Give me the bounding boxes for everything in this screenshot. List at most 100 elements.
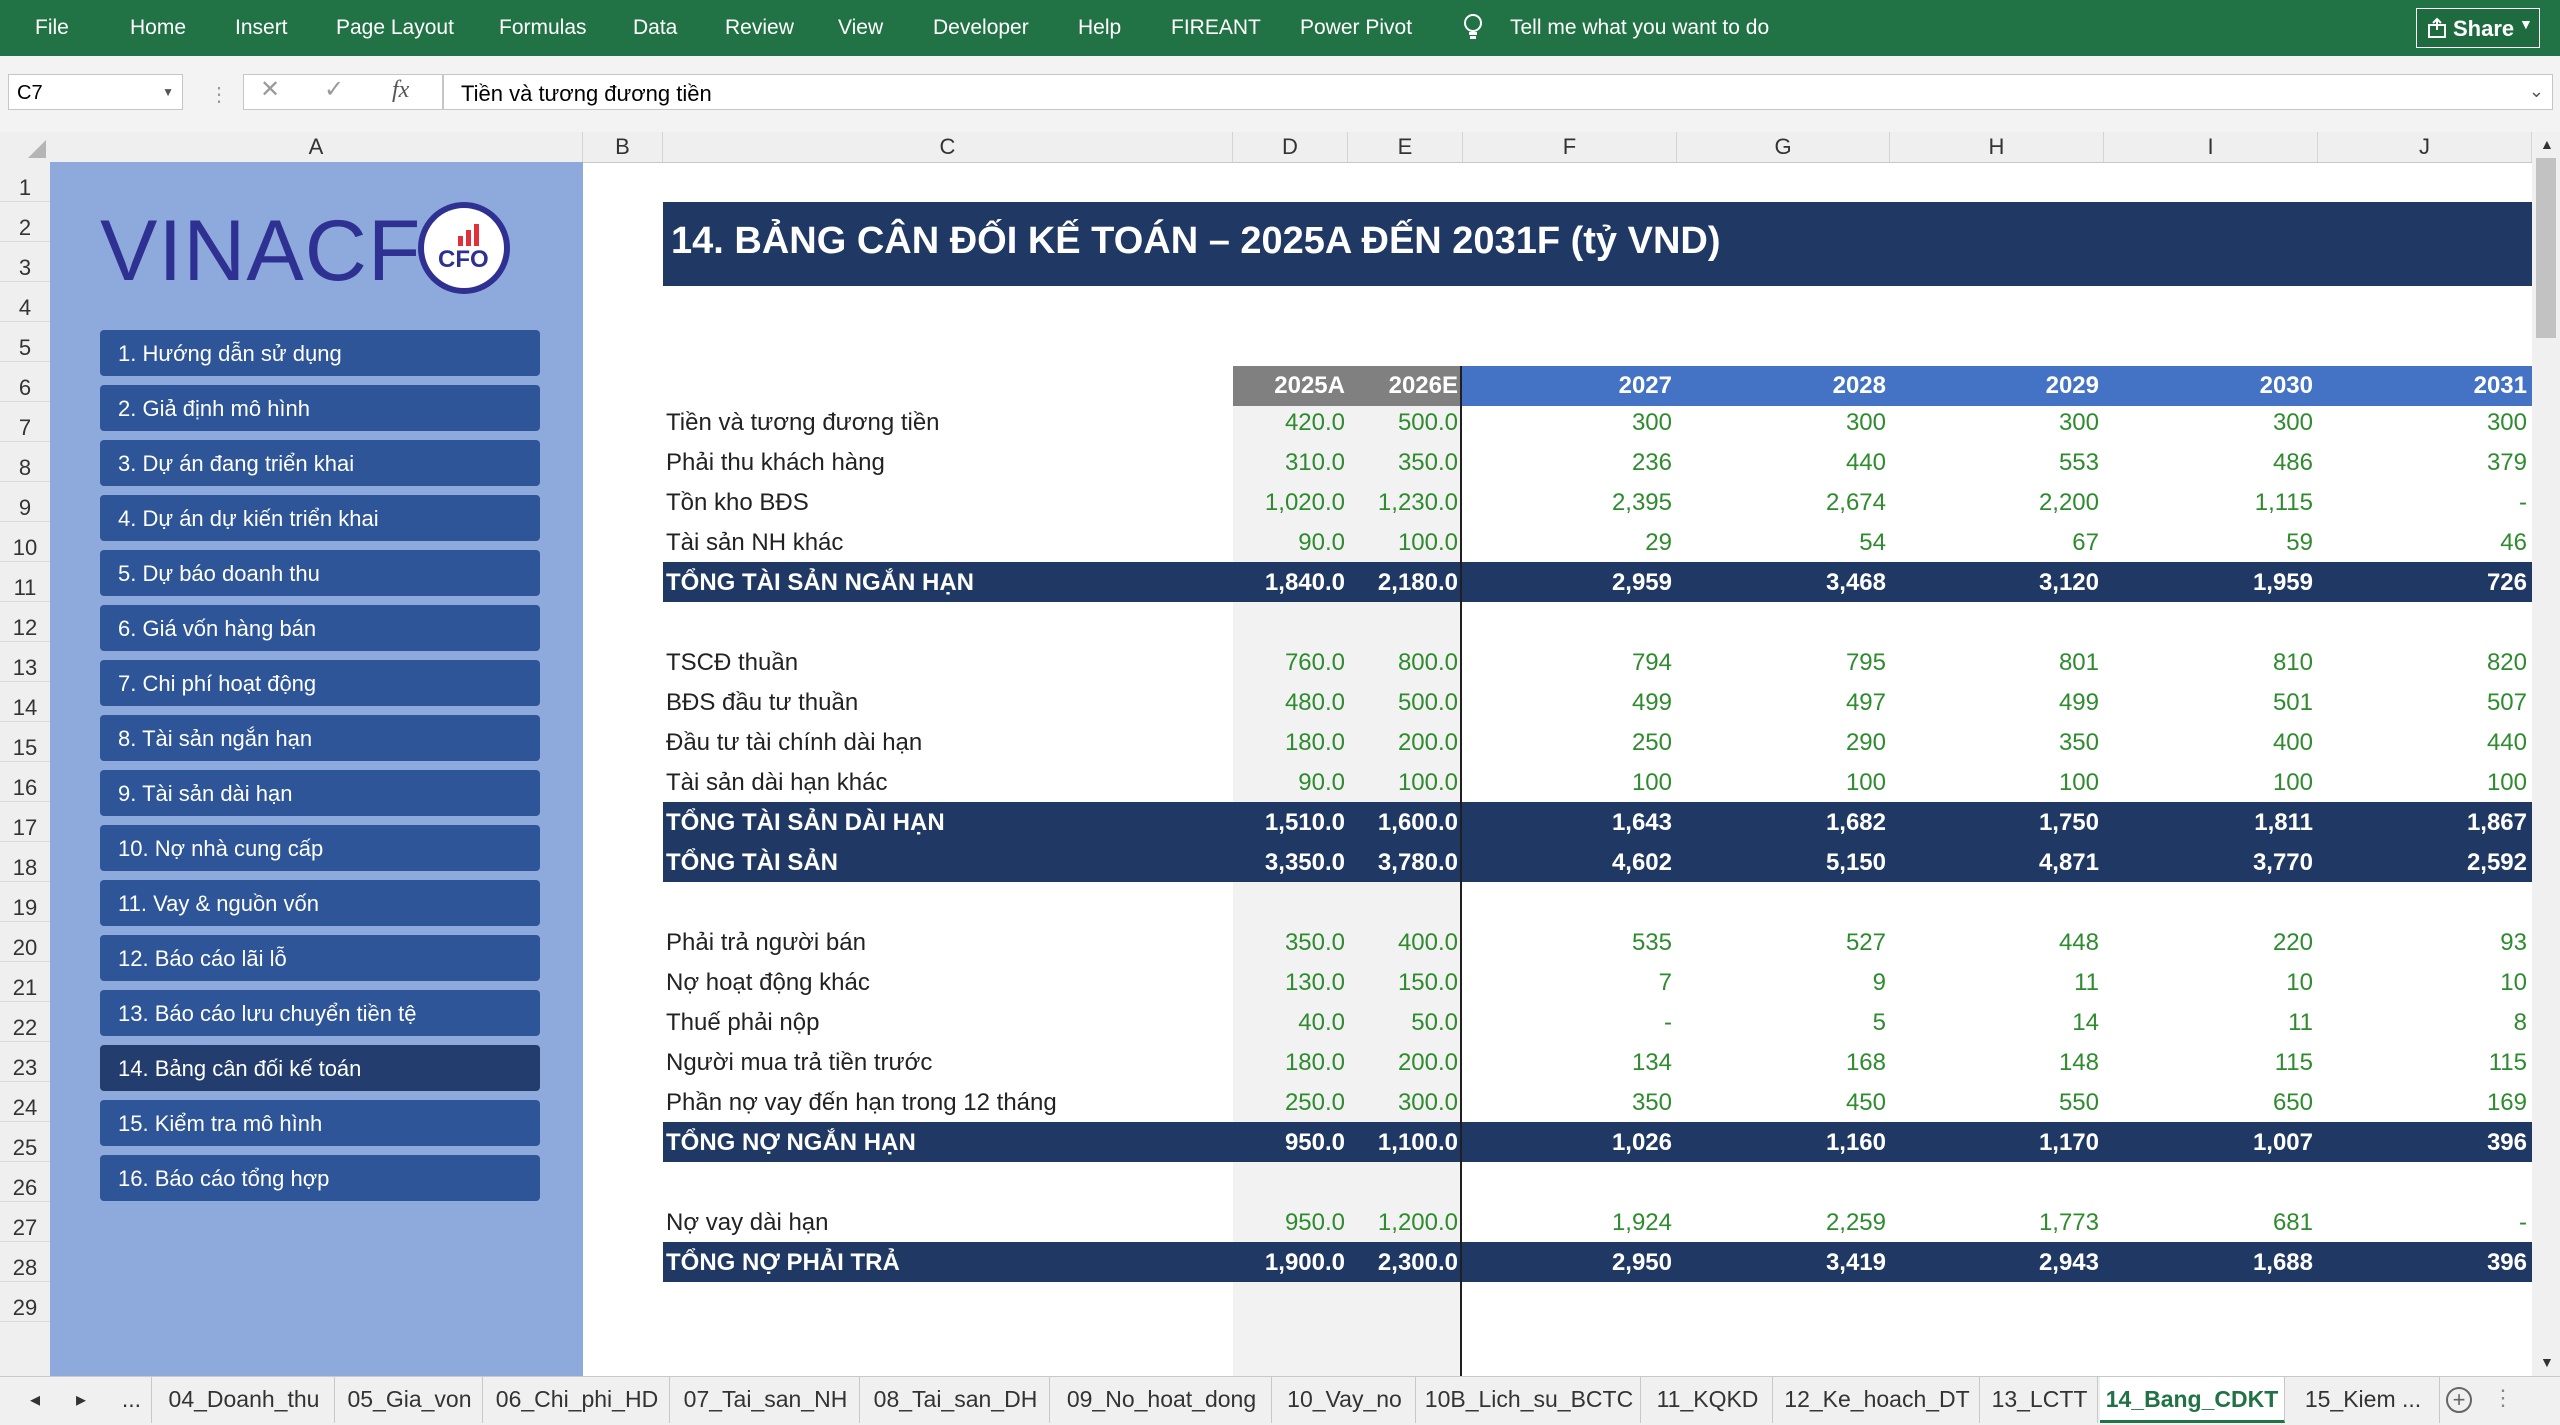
column-header-c[interactable]: C (663, 132, 1233, 162)
formula-bar-grip[interactable]: ⋮ (209, 82, 229, 107)
menu-view[interactable]: View (838, 16, 883, 40)
cell-value[interactable]: 67 (2072, 529, 2099, 557)
row-label[interactable]: Tồn kho BĐS (666, 489, 809, 517)
cell-value[interactable]: 100 (2059, 769, 2099, 797)
tell-me-search[interactable]: Tell me what you want to do (1510, 16, 1769, 40)
nav-button-12[interactable]: 12. Báo cáo lãi lỗ (100, 935, 540, 981)
cell-value[interactable]: 507 (2487, 689, 2527, 717)
nav-button-4[interactable]: 4. Dự án dự kiến triển khai (100, 495, 540, 541)
cell-value[interactable]: 486 (2273, 449, 2313, 477)
tab-next-icon[interactable]: ▸ (76, 1387, 86, 1412)
column-header-h[interactable]: H (1890, 132, 2104, 162)
cell-value[interactable]: 499 (2059, 689, 2099, 717)
row-header-9[interactable]: 9 (0, 482, 50, 522)
cell-value[interactable]: 10 (2500, 969, 2527, 997)
cell-value[interactable]: 180.0 (1285, 729, 1345, 757)
cell-value[interactable]: 500.0 (1398, 689, 1458, 717)
cell-value[interactable]: 115 (2489, 1049, 2527, 1077)
cell-value[interactable]: 1,773 (2039, 1209, 2099, 1237)
sheet-tab-04-doanh-thu[interactable]: 04_Doanh_thu (154, 1377, 335, 1423)
cell-value[interactable]: 4,602 (1612, 849, 1672, 877)
cell-value[interactable]: 3,350.0 (1265, 849, 1345, 877)
cell-value[interactable]: 810 (2273, 649, 2313, 677)
cell-value[interactable]: 350 (1632, 1089, 1672, 1117)
cell-value[interactable]: 310.0 (1285, 449, 1345, 477)
cell-value[interactable]: 168 (1846, 1049, 1886, 1077)
row-header-20[interactable]: 20 (0, 922, 50, 962)
menu-developer[interactable]: Developer (933, 16, 1029, 40)
row-header-16[interactable]: 16 (0, 762, 50, 802)
cell-value[interactable]: 950.0 (1285, 1129, 1345, 1157)
cell-value[interactable]: 1,682 (1826, 809, 1886, 837)
menu-formulas[interactable]: Formulas (499, 16, 587, 40)
cell-value[interactable]: 3,468 (1826, 569, 1886, 597)
cell-value[interactable]: 1,230.0 (1378, 489, 1458, 517)
cell-value[interactable]: 9 (1873, 969, 1886, 997)
chevron-down-icon[interactable]: ▼ (162, 85, 174, 99)
cell-value[interactable]: 2,180.0 (1378, 569, 1458, 597)
cell-value[interactable]: 1,688 (2253, 1249, 2313, 1277)
sheet-tab-12-ke-hoach-dt[interactable]: 12_Ke_hoach_DT (1775, 1377, 1980, 1423)
cell-value[interactable]: 1,020.0 (1265, 489, 1345, 517)
cell-value[interactable]: 236 (1632, 449, 1672, 477)
row-header-14[interactable]: 14 (0, 682, 50, 722)
cell-value[interactable]: 200.0 (1398, 729, 1458, 757)
cell-value[interactable]: 500.0 (1398, 409, 1458, 437)
cell-value[interactable]: 350.0 (1398, 449, 1458, 477)
cell-value[interactable]: 535 (1632, 929, 1672, 957)
row-label[interactable]: TSCĐ thuần (666, 649, 798, 677)
row-label[interactable]: Tài sản dài hạn khác (666, 769, 887, 797)
cell-value[interactable]: 820 (2487, 649, 2527, 677)
row-header-29[interactable]: 29 (0, 1282, 50, 1322)
menu-fireant[interactable]: FIREANT (1171, 16, 1261, 40)
row-label[interactable]: Nợ hoạt động khác (666, 969, 870, 997)
cell-value[interactable]: 1,750 (2039, 809, 2099, 837)
cell-value[interactable]: 54 (1859, 529, 1886, 557)
cell-value[interactable]: 29 (1645, 529, 1672, 557)
tab-overflow[interactable]: ... (112, 1377, 152, 1423)
column-header-d[interactable]: D (1233, 132, 1348, 162)
menu-power-pivot[interactable]: Power Pivot (1300, 16, 1412, 40)
total-row-label[interactable]: TỔNG NỢ PHẢI TRẢ (666, 1249, 900, 1277)
row-label[interactable]: Đầu tư tài chính dài hạn (666, 729, 922, 757)
share-button[interactable]: Share ▼ (2416, 8, 2540, 48)
cell-value[interactable]: 1,115 (2255, 489, 2313, 517)
cell-value[interactable]: 801 (2059, 649, 2099, 677)
cell-value[interactable]: 14 (2072, 1009, 2099, 1037)
tab-prev-icon[interactable]: ◂ (30, 1387, 40, 1412)
sheet-tab-08-tai-san-dh[interactable]: 08_Tai_san_DH (862, 1377, 1050, 1423)
cell-value[interactable]: 115 (2275, 1049, 2313, 1077)
row-header-12[interactable]: 12 (0, 602, 50, 642)
cell-value[interactable]: 553 (2059, 449, 2099, 477)
row-header-11[interactable]: 11 (0, 562, 50, 602)
nav-button-10[interactable]: 10. Nợ nhà cung cấp (100, 825, 540, 871)
cell-value[interactable]: 40.0 (1298, 1009, 1345, 1037)
cell-value[interactable]: 2,300.0 (1378, 1249, 1458, 1277)
cell-value[interactable]: 300 (1846, 409, 1886, 437)
cell-value[interactable]: 8 (2514, 1009, 2527, 1037)
sheet-tab-10b-lich-su-bctc[interactable]: 10B_Lich_su_BCTC (1418, 1377, 1641, 1423)
nav-button-3[interactable]: 3. Dự án đang triển khai (100, 440, 540, 486)
cell-value[interactable]: 150.0 (1398, 969, 1458, 997)
cell-value[interactable]: 2,674 (1826, 489, 1886, 517)
total-row-label[interactable]: TỔNG NỢ NGẮN HẠN (666, 1129, 916, 1157)
scroll-thumb[interactable] (2536, 158, 2556, 338)
row-header-22[interactable]: 22 (0, 1002, 50, 1042)
nav-button-9[interactable]: 9. Tài sản dài hạn (100, 770, 540, 816)
cell-value[interactable]: 1,510.0 (1265, 809, 1345, 837)
nav-button-5[interactable]: 5. Dự báo doanh thu (100, 550, 540, 596)
nav-button-11[interactable]: 11. Vay & nguồn vốn (100, 880, 540, 926)
cell-value[interactable]: 180.0 (1285, 1049, 1345, 1077)
nav-button-6[interactable]: 6. Giá vốn hàng bán (100, 605, 540, 651)
plus-circle-icon[interactable]: + (2446, 1387, 2472, 1413)
sheet-tab-05-gia-von[interactable]: 05_Gia_von (337, 1377, 483, 1423)
cell-value[interactable]: 497 (1846, 689, 1886, 717)
cell-value[interactable]: 1,200.0 (1378, 1209, 1458, 1237)
cell-value[interactable]: 480.0 (1285, 689, 1345, 717)
row-header-19[interactable]: 19 (0, 882, 50, 922)
cell-value[interactable]: 90.0 (1298, 529, 1345, 557)
cell-value[interactable]: 300 (2059, 409, 2099, 437)
cell-value[interactable]: 100 (1632, 769, 1672, 797)
cell-value[interactable]: 250.0 (1285, 1089, 1345, 1117)
row-header-8[interactable]: 8 (0, 442, 50, 482)
